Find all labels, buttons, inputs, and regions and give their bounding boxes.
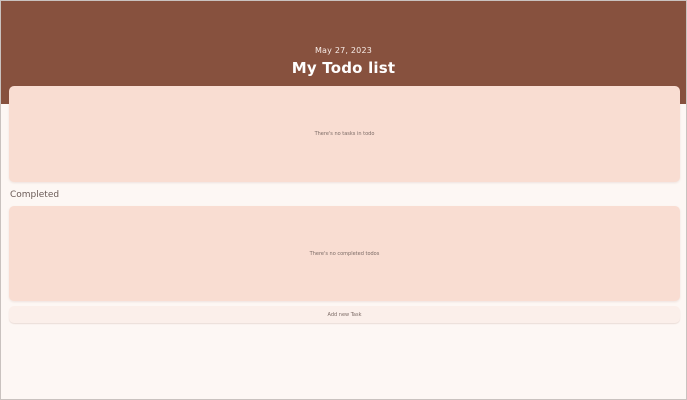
current-date: May 27, 2023 xyxy=(314,46,373,55)
todo-empty-message: There's no tasks in todo xyxy=(314,131,375,137)
app-window: May 27, 2023 My Todo list There's no tas… xyxy=(0,0,687,400)
completed-section-title: Completed xyxy=(10,190,60,200)
completed-empty-message: There's no completed todos xyxy=(309,250,380,257)
add-task-button[interactable]: Add new Task xyxy=(9,306,680,323)
page-title: My Todo list xyxy=(291,59,396,77)
todo-list-card: There's no tasks in todo xyxy=(9,86,680,182)
completed-list-card: There's no completed todos xyxy=(9,206,680,301)
